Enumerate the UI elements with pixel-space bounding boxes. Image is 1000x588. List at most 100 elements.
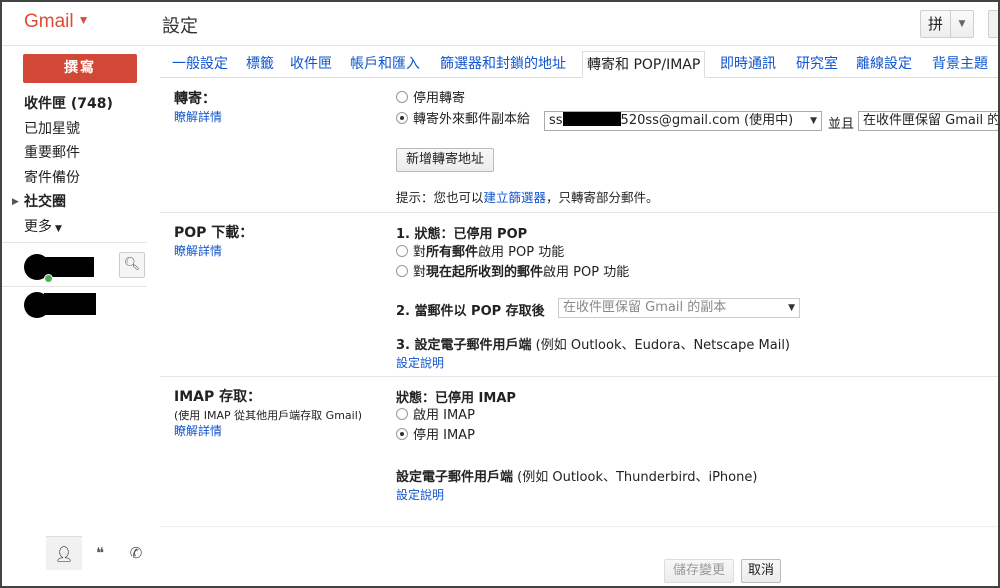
- sidebar-item-label: 寄件備份: [24, 169, 80, 186]
- pop-learn-more-link[interactable]: 瞭解詳情: [174, 242, 222, 259]
- tip-suffix: ，只轉寄部分郵件。: [546, 190, 659, 205]
- radio-button[interactable]: [396, 408, 408, 420]
- tab-forwarding-pop-imap[interactable]: 轉寄和 POP/IMAP: [582, 51, 706, 78]
- radio-label-bold: 所有郵件: [426, 245, 479, 260]
- disable-imap-radio[interactable]: 停用 IMAP: [396, 426, 475, 446]
- imap-section: IMAP 存取： (使用 IMAP 從其他用戶端存取 Gmail) 瞭解詳情 狀…: [160, 377, 998, 527]
- pop-configure-client: 3. 設定電子郵件用戶端 (例如 Outlook、Eudora、Netscape…: [396, 334, 790, 353]
- imap-config-instructions-link[interactable]: 設定說明: [396, 486, 444, 503]
- radio-label: 對: [413, 265, 427, 280]
- chat-divider: [2, 242, 147, 243]
- chat-divider: [2, 286, 147, 287]
- chevron-down-icon: ▼: [810, 116, 817, 126]
- imap-configure-prefix: 設定電子郵件用戶端: [396, 470, 514, 485]
- settings-tabs: 一般設定 標籤 收件匣 帳戶和匯入 篩選器和封鎖的地址 轉寄和 POP/IMAP…: [160, 46, 998, 78]
- forwarding-label: 轉寄：: [174, 91, 216, 107]
- pop-status-prefix: 1. 狀態：: [396, 227, 454, 242]
- create-filter-link[interactable]: 建立篩選器: [484, 190, 547, 205]
- forward-action-select[interactable]: 在收件匣保留 Gmail 的: [858, 111, 998, 131]
- ime-label: 拼: [921, 11, 951, 37]
- search-icon[interactable]: 🔍︎: [119, 252, 145, 278]
- radio-label-bold: 現在起所收到的郵件: [426, 265, 544, 280]
- sidebar-footer: 👤︎ ❝ ✆: [46, 536, 160, 570]
- sidebar-nav: 收件匣 (748) 已加星號 重要郵件 寄件備份 ▶ 社交圈 更多 ▼: [2, 92, 160, 239]
- imap-status: 狀態：已停用 IMAP: [396, 387, 516, 406]
- sidebar-item-label: 社交圈: [24, 194, 66, 210]
- radio-label: 轉寄外來郵件副本給: [413, 112, 531, 127]
- gmail-logo-menu[interactable]: Gmail ▼: [24, 11, 90, 33]
- forwarding-learn-more-link[interactable]: 瞭解詳情: [174, 108, 222, 125]
- imap-configure-suffix: (例如 Outlook、Thunderbird、iPhone): [513, 470, 758, 485]
- add-forwarding-address-button[interactable]: 新增轉寄地址: [396, 148, 494, 172]
- radio-button[interactable]: [396, 265, 408, 277]
- pop-configure-prefix: 3. 設定電子郵件用戶端: [396, 338, 532, 353]
- forward-copy-radio[interactable]: 轉寄外來郵件副本給: [396, 110, 530, 130]
- forward-address-select[interactable]: ss 520ss@gmail.com (使用中) ▼: [544, 111, 822, 131]
- tab-accounts[interactable]: 帳戶和匯入: [346, 51, 424, 78]
- person-icon[interactable]: 👤︎: [46, 536, 82, 570]
- sidebar-item-label: 收件匣 (748): [24, 96, 113, 112]
- chevron-down-icon: ▼: [788, 303, 795, 313]
- pop-status-value: 已停用 POP: [453, 227, 528, 242]
- tab-labels[interactable]: 標籤: [242, 51, 278, 78]
- gmail-logo-text: Gmail: [24, 11, 74, 32]
- radio-label: 啟用 POP 功能: [478, 245, 565, 260]
- forwarding-tip: 提示：您也可以建立篩選器，只轉寄部分郵件。: [396, 187, 659, 206]
- page-title: 設定: [162, 16, 198, 37]
- settings-sections: 轉寄： 瞭解詳情 停用轉寄 轉寄外來郵件副本給 ss 520ss@gmail.co…: [160, 79, 998, 586]
- online-status-icon: [44, 274, 53, 283]
- sidebar-item-more[interactable]: 更多 ▼: [2, 215, 160, 240]
- pop-when-accessed-select[interactable]: 在收件匣保留 Gmail 的副本 ▼: [558, 298, 800, 318]
- pop-when-select-value: 在收件匣保留 Gmail 的副本: [563, 300, 727, 315]
- sidebar-item-sent[interactable]: 寄件備份: [2, 166, 160, 191]
- tab-labs[interactable]: 研究室: [792, 51, 842, 78]
- imap-learn-more-link[interactable]: 瞭解詳情: [174, 422, 222, 439]
- tab-general[interactable]: 一般設定: [168, 51, 232, 78]
- sidebar-item-label: 已加星號: [24, 120, 80, 137]
- chat-self-avatar[interactable]: [24, 254, 104, 283]
- radio-label: 啟用 IMAP: [413, 408, 475, 423]
- compose-button[interactable]: 撰寫: [23, 54, 137, 83]
- tab-themes[interactable]: 背景主題: [928, 51, 992, 78]
- hangouts-icon[interactable]: ❝: [82, 536, 118, 570]
- cancel-button[interactable]: 取消: [741, 559, 781, 583]
- enable-imap-radio[interactable]: 啟用 IMAP: [396, 406, 475, 426]
- address-suffix: 520ss@gmail.com (使用中): [620, 113, 794, 128]
- pop-config-instructions-link[interactable]: 設定說明: [396, 354, 444, 371]
- redacted-name: [44, 293, 96, 315]
- sidebar-item-social[interactable]: ▶ 社交圈: [2, 190, 160, 215]
- imap-sub-label: (使用 IMAP 從其他用戶端存取 Gmail): [174, 409, 363, 422]
- radio-button[interactable]: [396, 245, 408, 257]
- expand-triangle-icon[interactable]: ▶: [12, 190, 19, 215]
- save-changes-button[interactable]: 儲存變更: [664, 559, 734, 583]
- pop-status: 1. 狀態：已停用 POP: [396, 223, 527, 242]
- input-method-button[interactable]: 拼 ▼: [920, 10, 974, 38]
- sidebar-item-label: 更多: [24, 218, 52, 235]
- pop-section: POP 下載： 瞭解詳情 1. 狀態：已停用 POP 對所有郵件啟用 POP 功…: [160, 213, 998, 377]
- and-label: 並且: [828, 117, 855, 132]
- radio-label: 停用轉寄: [413, 91, 466, 106]
- pop-when-accessed-label: 2. 當郵件以 POP 存取後: [396, 304, 545, 319]
- pop-all-mail-radio[interactable]: 對所有郵件啟用 POP 功能: [396, 243, 564, 263]
- toolbar-overflow-button[interactable]: [988, 10, 998, 38]
- tab-filters[interactable]: 篩選器和封鎖的地址: [436, 51, 570, 78]
- sidebar-item-important[interactable]: 重要郵件: [2, 141, 160, 166]
- settings-footer: 儲存變更 取消: [160, 526, 998, 586]
- chevron-down-icon: ▼: [77, 13, 90, 27]
- tab-inbox[interactable]: 收件匣: [286, 51, 336, 78]
- pop-from-now-radio[interactable]: 對現在起所收到的郵件啟用 POP 功能: [396, 263, 629, 283]
- pop-configure-suffix: (例如 Outlook、Eudora、Netscape Mail): [531, 338, 791, 353]
- tab-offline[interactable]: 離線設定: [852, 51, 916, 78]
- disable-forwarding-radio[interactable]: 停用轉寄: [396, 89, 465, 109]
- sidebar-item-inbox[interactable]: 收件匣 (748): [2, 92, 160, 117]
- radio-button[interactable]: [396, 428, 408, 440]
- forwarding-section: 轉寄： 瞭解詳情 停用轉寄 轉寄外來郵件副本給 ss 520ss@gmail.co…: [160, 79, 998, 213]
- radio-button[interactable]: [396, 112, 408, 124]
- chat-contact[interactable]: [24, 292, 104, 318]
- phone-icon[interactable]: ✆: [118, 536, 154, 570]
- imap-status-prefix: 狀態：: [396, 391, 436, 406]
- redacted-name: [44, 257, 94, 277]
- sidebar-item-starred[interactable]: 已加星號: [2, 117, 160, 142]
- tab-chat[interactable]: 即時通訊: [716, 51, 780, 78]
- radio-button[interactable]: [396, 91, 408, 103]
